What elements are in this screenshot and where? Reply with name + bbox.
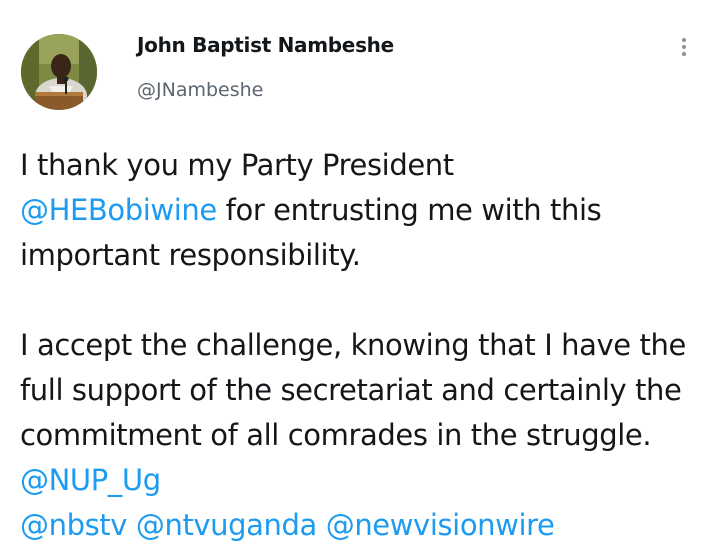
tweet-text-segment: I accept the challenge, knowing that I h…: [20, 328, 686, 452]
tweet-paragraph-1: I thank you my Party President @HEBobiwi…: [20, 143, 710, 278]
tweet-card: John Baptist Nambeshe @JNambeshe I thank…: [0, 0, 717, 557]
vertical-ellipsis-icon: [682, 45, 686, 49]
mention-link[interactable]: @HEBobiwine: [20, 193, 217, 227]
more-options-button[interactable]: [670, 30, 698, 64]
tweet-text: I thank you my Party President @HEBobiwi…: [20, 143, 710, 548]
avatar[interactable]: [21, 34, 97, 110]
mention-link[interactable]: @ntvuganda: [136, 508, 317, 542]
mention-link[interactable]: @NUP_Ug: [20, 463, 161, 497]
tweet-text-segment: I thank you my Party President: [20, 148, 454, 182]
mention-link[interactable]: @nbstv: [20, 508, 127, 542]
vertical-ellipsis-icon: [682, 38, 686, 42]
author-display-name[interactable]: John Baptist Nambeshe: [137, 33, 394, 57]
author-handle[interactable]: @JNambeshe: [137, 79, 263, 101]
tweet-paragraph-2: I accept the challenge, knowing that I h…: [20, 323, 710, 548]
profile-photo: [21, 34, 97, 110]
mention-link[interactable]: @newvisionwire: [326, 508, 555, 542]
vertical-ellipsis-icon: [682, 52, 686, 56]
